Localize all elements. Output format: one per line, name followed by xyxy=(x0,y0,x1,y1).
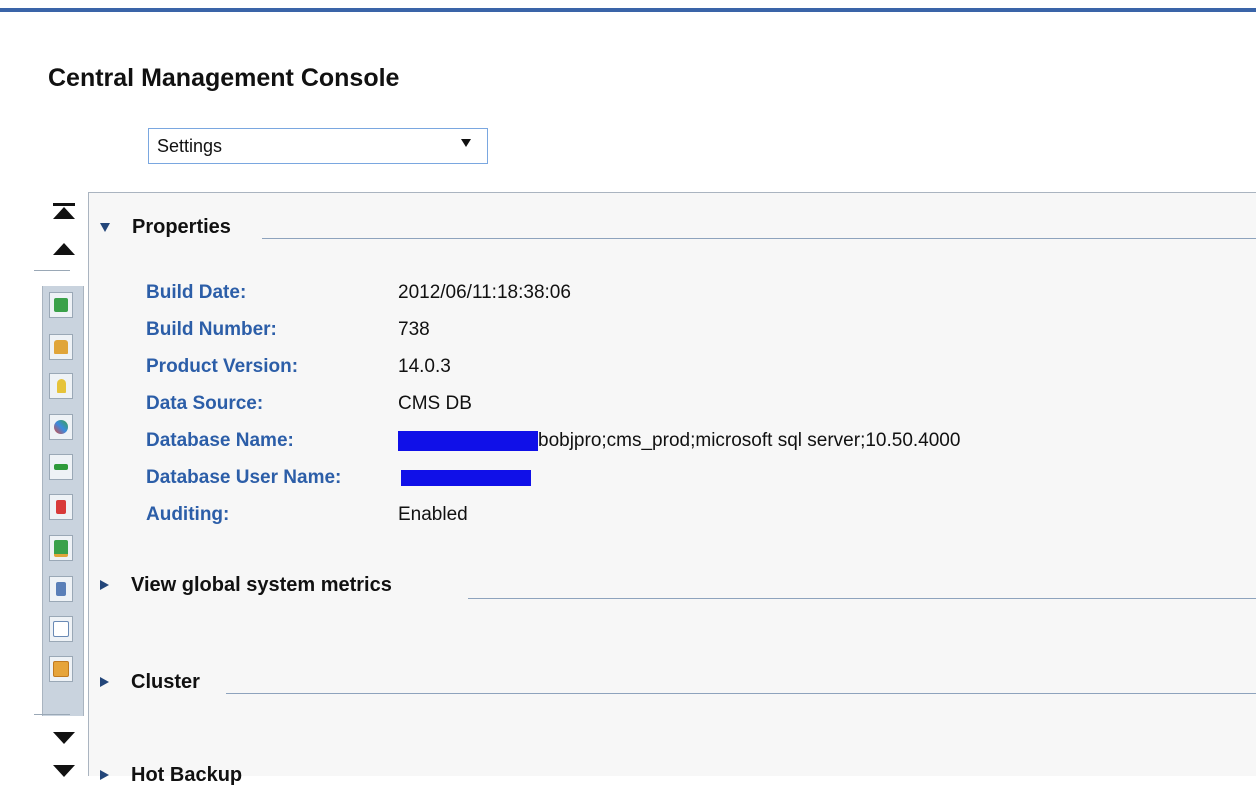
prop-value xyxy=(401,467,531,489)
section-title: Properties xyxy=(132,215,231,238)
section-metrics-header[interactable]: View global system metrics xyxy=(100,572,392,598)
page-title: Central Management Console xyxy=(48,64,400,92)
toolbar-divider-bottom xyxy=(34,714,70,715)
prop-value: 14.0.3 xyxy=(398,356,451,377)
top-accent-bar xyxy=(0,8,1256,12)
clipboard-icon[interactable] xyxy=(49,616,73,642)
section-cluster-header[interactable]: Cluster xyxy=(100,669,200,695)
collapsed-caret-icon xyxy=(100,770,109,780)
prop-value: 738 xyxy=(398,319,430,340)
collapsed-caret-icon xyxy=(100,580,109,590)
prop-label: Data Source: xyxy=(146,393,264,414)
redaction-mark xyxy=(401,469,531,486)
prop-label: Database Name: xyxy=(146,430,294,451)
section-divider xyxy=(226,693,1256,694)
scroll-to-bottom-icon[interactable] xyxy=(53,765,75,777)
tools-icon[interactable] xyxy=(49,576,73,602)
prop-label: Database User Name: xyxy=(146,467,342,488)
scroll-down-icon[interactable] xyxy=(53,732,75,744)
redaction-mark xyxy=(398,430,538,451)
grid-icon[interactable] xyxy=(49,656,73,682)
view-selector-value: Settings xyxy=(157,135,223,156)
prop-label: Auditing: xyxy=(146,504,230,525)
key-icon[interactable] xyxy=(49,373,73,399)
scroll-to-top-icon[interactable] xyxy=(53,207,75,219)
section-title: View global system metrics xyxy=(131,573,392,596)
collapsed-caret-icon xyxy=(100,677,109,687)
prop-value: Enabled xyxy=(398,504,468,525)
expanded-caret-icon xyxy=(100,222,110,232)
tree-icon[interactable] xyxy=(49,535,73,561)
scroll-top-bar-icon xyxy=(53,203,75,206)
server-check-icon[interactable] xyxy=(49,292,73,318)
lock-icon[interactable] xyxy=(49,334,73,360)
section-divider xyxy=(468,598,1256,599)
document-send-icon[interactable] xyxy=(49,494,73,520)
toolbar-divider xyxy=(34,270,70,271)
prop-label: Build Number: xyxy=(146,319,277,340)
section-properties-header[interactable]: Properties xyxy=(100,214,231,240)
prop-value-text: bobjpro;cms_prod;microsoft sql server;10… xyxy=(538,430,961,451)
star-burst-icon[interactable] xyxy=(49,414,73,440)
chevron-down-icon xyxy=(461,139,471,147)
section-title: Hot Backup xyxy=(131,763,243,786)
prop-label: Build Date: xyxy=(146,282,247,303)
network-icon[interactable] xyxy=(49,454,73,480)
view-selector-dropdown[interactable]: Settings xyxy=(148,128,488,164)
tool-icon-strip xyxy=(42,286,84,716)
prop-value: 2012/06/11:18:38:06 xyxy=(398,282,571,303)
scroll-up-icon[interactable] xyxy=(53,243,75,255)
prop-label: Product Version: xyxy=(146,356,299,377)
prop-value: bobjpro;cms_prod;microsoft sql server;10… xyxy=(398,430,960,452)
section-title: Cluster xyxy=(131,670,200,693)
section-divider xyxy=(262,238,1256,239)
section-hot-backup-header[interactable]: Hot Backup xyxy=(100,762,242,788)
prop-value: CMS DB xyxy=(398,393,472,414)
